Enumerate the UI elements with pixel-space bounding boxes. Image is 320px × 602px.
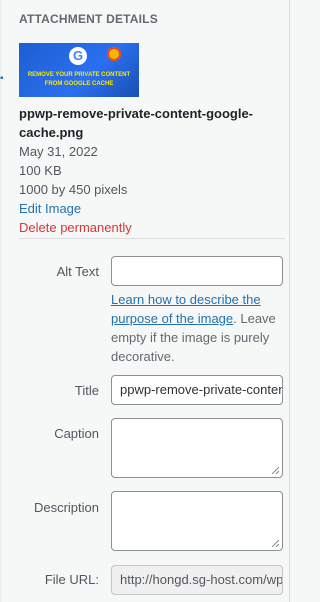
delete-permanently-link[interactable]: Delete permanently <box>19 220 132 235</box>
attachment-details-panel: ATTACHMENT DETAILS G REMOVE YOUR PRIVATE… <box>3 0 290 602</box>
left-edge-strip <box>0 0 2 602</box>
edit-image-link[interactable]: Edit Image <box>19 201 81 216</box>
section-title: ATTACHMENT DETAILS <box>19 12 158 26</box>
alt-text-label: Alt Text <box>56 264 99 279</box>
file-url-label: File URL: <box>44 572 99 587</box>
thumbnail-caption-line2: FROM GOOGLE CACHE <box>44 81 114 87</box>
title-label: Title <box>74 383 99 398</box>
description-label: Description <box>33 500 99 515</box>
file-name-line1: ppwp-remove-private-content-google- <box>19 106 254 121</box>
file-url-input[interactable]: http://hongd.sg-host.com/wp-content/uplo… <box>111 565 283 595</box>
section-divider <box>19 238 285 239</box>
description-resize-handle[interactable] <box>272 540 279 547</box>
alt-text-input[interactable] <box>111 256 283 286</box>
caption-textarea[interactable] <box>111 418 283 478</box>
thumbnail-caption-line1: REMOVE YOUR PRIVATE CONTENT <box>27 72 131 78</box>
file-name-line2: cache.png <box>19 125 84 140</box>
description-textarea[interactable] <box>111 491 283 551</box>
caption-resize-handle[interactable] <box>272 467 279 474</box>
alt-text-help: Learn how to describe the purpose of the… <box>111 290 279 366</box>
caption-label: Caption <box>54 426 99 441</box>
image-dimensions: 1000 by 450 pixels <box>19 182 128 197</box>
file-size: 100 KB <box>19 163 62 178</box>
attachment-thumbnail[interactable]: G REMOVE YOUR PRIVATE CONTENT FROM GOOGL… <box>19 43 139 97</box>
upload-date: May 31, 2022 <box>19 144 98 159</box>
title-input[interactable]: ppwp-remove-private-content-google-cache <box>111 375 283 405</box>
google-logo-icon: G <box>69 47 87 65</box>
file-meta: ppwp-remove-private-content-google- cach… <box>19 104 269 237</box>
plugin-badge-icon <box>107 47 121 61</box>
